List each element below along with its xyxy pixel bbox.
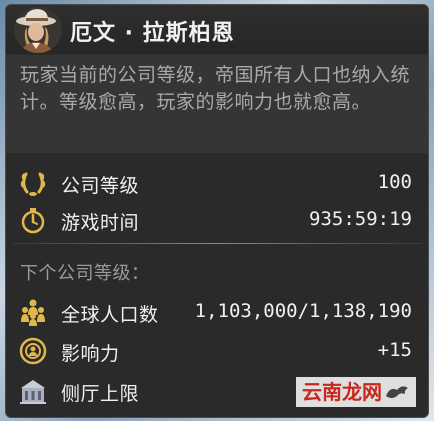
laurel-icon xyxy=(18,168,48,198)
population-icon xyxy=(18,297,48,327)
req-global-population: 全球人口数 1,103,000/1,138,190 xyxy=(6,294,428,330)
stopwatch-icon xyxy=(18,205,48,235)
next-level-label: 下个公司等级： xyxy=(20,263,150,284)
side-hall-icon xyxy=(18,376,48,406)
company-level-value: 100 xyxy=(377,171,412,193)
company-level-label: 公司等级 xyxy=(61,175,140,197)
character-name: 厄文 · 拉斯柏恩 xyxy=(70,21,235,46)
influence-value: +15 xyxy=(377,339,412,361)
play-time-value: 935:59:19 xyxy=(309,208,412,230)
description-box: 玩家当前的公司等级，帝国所有人口也纳入统计。等级愈高，玩家的影响力也就愈高。 xyxy=(6,55,428,153)
watermark-dragon-icon xyxy=(386,386,408,398)
influence-label: 影响力 xyxy=(61,343,120,365)
stat-company-level: 公司等级 100 xyxy=(6,165,428,201)
play-time-label: 游戏时间 xyxy=(61,212,140,234)
global-population-value: 1,103,000/1,138,190 xyxy=(194,300,412,322)
section-divider xyxy=(12,243,422,244)
influence-icon xyxy=(18,336,48,366)
watermark: 云南龙网 xyxy=(296,377,416,407)
req-influence: 影响力 +15 xyxy=(6,333,428,369)
side-hall-limit-label: 侧厅上限 xyxy=(61,383,140,405)
description-text: 玩家当前的公司等级，帝国所有人口也纳入统计。等级愈高，玩家的影响力也就愈高。 xyxy=(20,64,411,113)
global-population-label: 全球人口数 xyxy=(61,304,159,326)
tooltip-header: 厄文 · 拉斯柏恩 xyxy=(6,5,428,53)
tooltip-panel: 厄文 · 拉斯柏恩 玩家当前的公司等级，帝国所有人口也纳入统计。等级愈高，玩家的… xyxy=(5,4,429,418)
stat-play-time: 游戏时间 935:59:19 xyxy=(6,202,428,238)
character-portrait-icon xyxy=(14,7,62,53)
watermark-text: 云南龙网 xyxy=(302,380,382,404)
